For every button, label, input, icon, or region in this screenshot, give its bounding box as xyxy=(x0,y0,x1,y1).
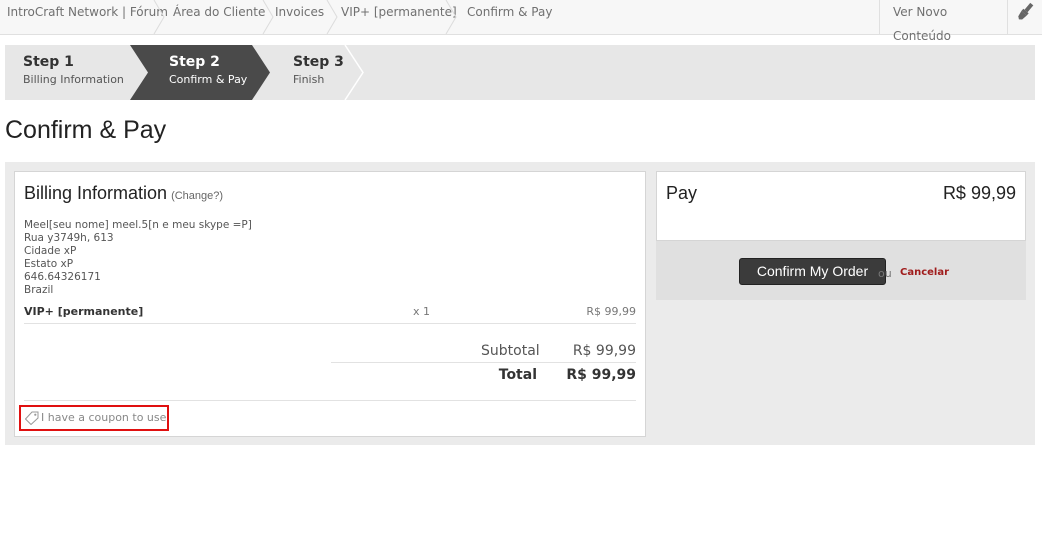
pay-actions: Confirm My Order ou Cancelar xyxy=(656,241,1026,300)
breadcrumb-item-invoices[interactable]: Invoices xyxy=(275,0,324,34)
breadcrumb-item-forum[interactable]: IntroCraft Network | Fórum xyxy=(7,0,168,34)
pay-label: Pay xyxy=(666,183,698,203)
pay-amount: R$ 99,99 xyxy=(942,183,1016,203)
step-subtitle: Confirm & Pay xyxy=(169,73,248,86)
cancel-link[interactable]: Cancelar xyxy=(900,267,949,278)
invoice-item-row: VIP+ [permanente] x 1 R$ 99,99 xyxy=(24,304,636,324)
totals: Subtotal R$ 99,99 Total R$ 99,99 xyxy=(331,340,636,396)
subtotal-value: R$ 99,99 xyxy=(572,343,636,359)
page-title: Confirm & Pay xyxy=(5,116,167,144)
breadcrumb-separator xyxy=(445,0,457,34)
new-content-link[interactable]: Ver Novo Conteúdo xyxy=(879,0,1007,43)
steps-chevrons xyxy=(130,45,364,100)
step-title: Step 2 xyxy=(169,54,220,70)
billing-address: Meel[seu nome] meel.5[n e meu skype =P] … xyxy=(24,219,252,296)
breadcrumb-separator xyxy=(262,0,274,34)
billing-heading: Billing Information (Change?) xyxy=(24,183,224,203)
breadcrumb-item-client-area[interactable]: Área do Cliente xyxy=(173,0,265,34)
checkout-panel: Billing Information (Change?) Meel[seu no… xyxy=(5,162,1035,445)
subtotal-label: Subtotal xyxy=(481,343,540,359)
checkout-steps: Step 1 Billing Information Step 2 Confir… xyxy=(5,45,1035,100)
breadcrumb: IntroCraft Network | Fórum Área do Clien… xyxy=(0,0,1042,43)
divider xyxy=(24,400,636,401)
change-link[interactable]: (Change?) xyxy=(171,190,223,202)
item-price: R$ 99,99 xyxy=(586,305,636,318)
billing-box: Billing Information (Change?) Meel[seu no… xyxy=(14,171,646,437)
item-name: VIP+ [permanente] xyxy=(24,305,144,318)
total-value: R$ 99,99 xyxy=(566,367,636,383)
item-quantity: x 1 xyxy=(413,305,431,318)
step-title: Step 1 xyxy=(23,54,74,70)
pay-box: Pay R$ 99,99 xyxy=(656,171,1026,241)
step-subtitle: Finish xyxy=(293,73,325,86)
totals-divider xyxy=(331,362,636,363)
confirm-order-button[interactable]: Confirm My Order xyxy=(739,258,886,285)
step-title: Step 3 xyxy=(293,54,344,70)
breadcrumb-separator xyxy=(326,0,338,34)
tag-icon xyxy=(24,411,39,426)
breadcrumb-item-vip[interactable]: VIP+ [permanente] xyxy=(341,0,457,34)
coupon-label: I have a coupon to use xyxy=(41,411,167,424)
paintbrush-icon[interactable] xyxy=(1007,0,1042,34)
coupon-link[interactable]: I have a coupon to use xyxy=(19,405,169,431)
step-subtitle: Billing Information xyxy=(23,73,124,86)
breadcrumb-separator xyxy=(153,0,165,34)
or-text: ou xyxy=(878,267,892,280)
breadcrumb-item-current: Confirm & Pay xyxy=(467,5,553,19)
total-label: Total xyxy=(498,367,537,383)
